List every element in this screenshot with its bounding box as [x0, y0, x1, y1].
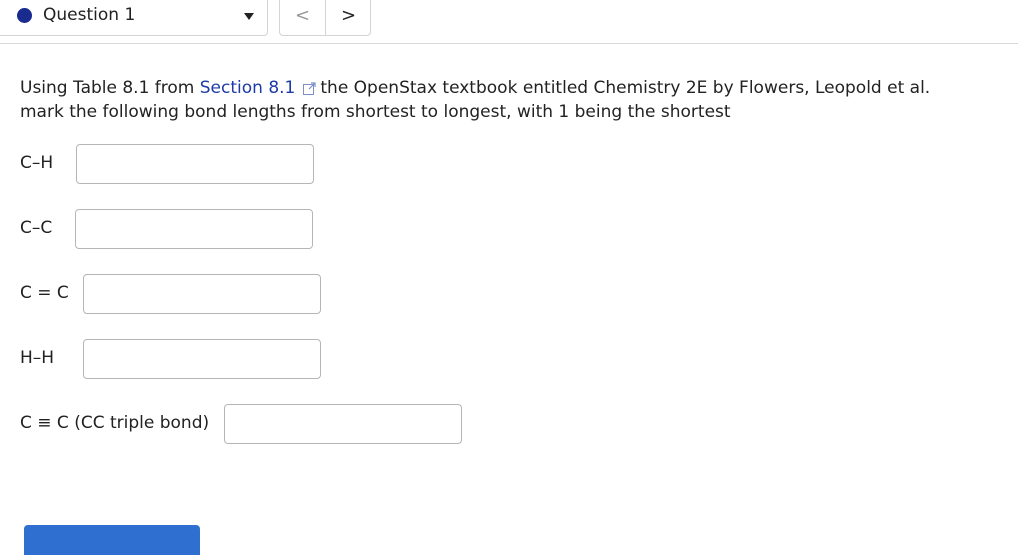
- bond-label-hh: H–H: [20, 348, 55, 368]
- header-divider: [0, 43, 1018, 44]
- caret-down-icon: [244, 13, 254, 20]
- prompt-line-1: Using Table 8.1 from Section 8.1 the Open…: [20, 77, 1010, 101]
- bond-label-c-triple-c: C ≡ C (CC triple bond): [20, 413, 210, 433]
- chevron-right-icon: >: [340, 4, 357, 26]
- section-link[interactable]: Section 8.1: [200, 78, 296, 98]
- bond-label-cc: C–C: [20, 218, 53, 238]
- question-header: Question 1 < >: [0, 0, 1018, 44]
- answer-input-hh[interactable]: [83, 339, 321, 379]
- question-label: Question 1: [43, 5, 136, 25]
- prompt-line-2: mark the following bond lengths from sho…: [20, 102, 731, 122]
- next-question-button[interactable]: >: [326, 0, 371, 35]
- bond-label-c-double-c: C = C: [20, 283, 69, 303]
- question-select[interactable]: Question 1: [0, 0, 268, 36]
- submit-button[interactable]: [24, 525, 200, 555]
- external-link-icon: [303, 79, 316, 101]
- answer-input-c-double-c[interactable]: [83, 274, 321, 314]
- prompt-text-end: the OpenStax textbook entitled Chemistry…: [320, 78, 931, 98]
- prev-question-button[interactable]: <: [280, 0, 325, 35]
- prompt-text-start: Using Table 8.1 from: [20, 78, 200, 98]
- bond-label-ch: C–H: [20, 153, 54, 173]
- status-dot-icon: [17, 8, 32, 23]
- answer-input-cc[interactable]: [75, 209, 313, 249]
- answer-input-c-triple-c[interactable]: [224, 404, 462, 444]
- question-prompt: Using Table 8.1 from Section 8.1 the Open…: [20, 77, 1010, 123]
- chevron-left-icon: <: [294, 4, 311, 26]
- question-nav: < >: [279, 0, 371, 36]
- answer-input-ch[interactable]: [76, 144, 314, 184]
